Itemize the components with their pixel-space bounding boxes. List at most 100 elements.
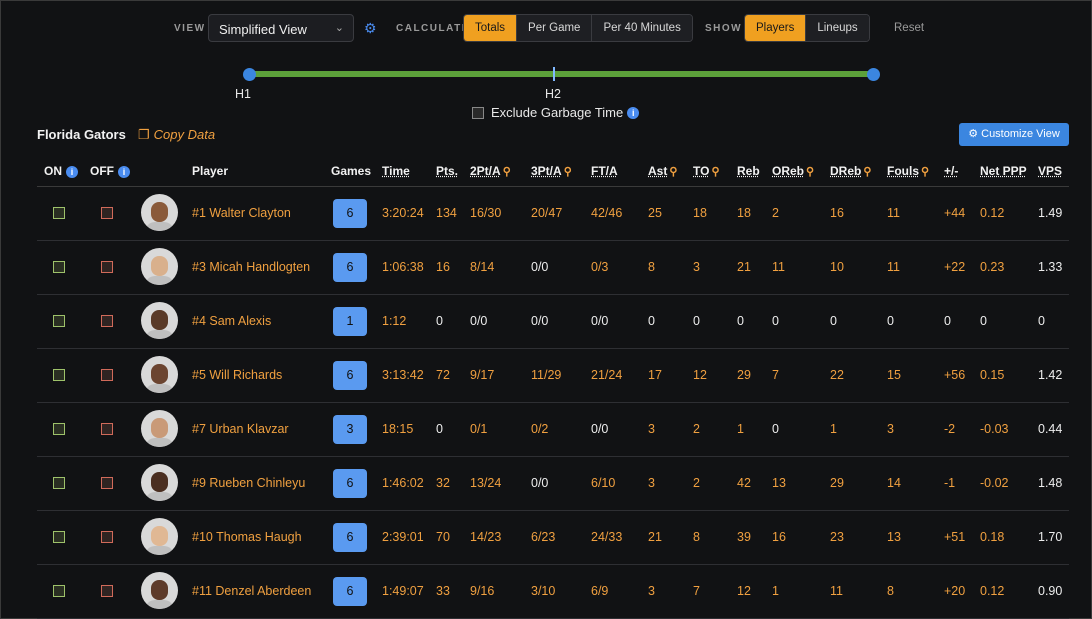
zoom-icon[interactable]: ⚲ [669,166,677,178]
three-pt-value: 11/29 [531,368,562,382]
oreb-value: 0 [772,422,779,436]
avatar [141,464,178,501]
dreb-value: 11 [830,584,843,598]
games-badge: 6 [333,523,367,552]
off-checkbox[interactable] [101,261,113,273]
show-lineups-button[interactable]: Lineups [806,15,869,41]
col-player[interactable]: Player [192,164,228,178]
off-checkbox[interactable] [101,531,113,543]
info-icon[interactable]: i [118,166,130,178]
col-oreb[interactable]: OReb ⚲ [772,164,814,178]
col-net-ppp[interactable]: Net PPP [980,164,1027,178]
col-to[interactable]: TO ⚲ [693,164,720,178]
copy-icon: ❐ [138,127,150,142]
on-checkbox[interactable] [53,315,65,327]
plus-minus-value: -1 [944,476,956,490]
view-select[interactable]: Simplified View ⌄ [208,14,354,42]
off-checkbox[interactable] [101,423,113,435]
col-off-label: OFF [90,164,114,178]
fouls-value: 13 [887,530,901,544]
col-fouls[interactable]: Fouls ⚲ [887,164,929,178]
col-plus-minus[interactable]: +/- [944,164,958,178]
customize-view-button[interactable]: ⚙ Customize View [959,123,1069,146]
games-badge: 1 [333,307,367,336]
off-checkbox[interactable] [101,477,113,489]
zoom-icon[interactable]: ⚲ [863,166,871,178]
copy-data-button[interactable]: ❐ Copy Data [138,127,215,143]
plus-minus-value: +44 [944,206,966,220]
off-checkbox[interactable] [101,585,113,597]
col-ft[interactable]: FT/A [591,164,618,178]
slider-end-handle[interactable] [867,68,880,81]
games-badge: 3 [333,415,367,444]
avatar-shirt [145,330,174,339]
col-2pt[interactable]: 2Pt/A ⚲ [470,164,511,178]
games-badge: 6 [333,253,367,282]
zoom-icon[interactable]: ⚲ [564,166,572,178]
show-toggle: Players Lineups [744,14,870,42]
avatar-face [151,418,168,438]
on-checkbox[interactable] [53,369,65,381]
slider-start-handle[interactable] [243,68,256,81]
reb-value: 21 [737,260,751,274]
oreb-value: 11 [772,260,785,274]
on-checkbox[interactable] [53,261,65,273]
plus-minus-value: +51 [944,530,966,544]
reset-button[interactable]: Reset [894,22,924,34]
col-games[interactable]: Games [331,164,371,178]
col-on[interactable]: ON i [44,164,78,178]
col-vps[interactable]: VPS [1038,164,1062,178]
col-3pt-label: 3Pt/A [531,164,562,178]
zoom-icon[interactable]: ⚲ [806,166,814,178]
col-oreb-label: OReb [772,164,805,178]
zoom-icon[interactable]: ⚲ [921,166,929,178]
time-value: 1:46:02 [382,476,424,490]
table-row: #3 Micah Handlogten 6 1:06:38 16 8/14 0/… [37,241,1069,295]
calc-per-40-button[interactable]: Per 40 Minutes [592,15,692,41]
col-time[interactable]: Time [382,164,410,178]
on-checkbox[interactable] [53,207,65,219]
vps-value: 0.44 [1038,422,1063,436]
off-checkbox[interactable] [101,369,113,381]
customize-view-label: Customize View [981,128,1060,140]
player-name-link[interactable]: #11 Denzel Aberdeen [192,584,311,598]
player-name-link[interactable]: #10 Thomas Haugh [192,530,302,544]
two-pt-value: 13/24 [470,476,502,490]
player-name-link[interactable]: #7 Urban Klavzar [192,422,289,436]
col-off[interactable]: OFF i [90,164,130,178]
off-checkbox[interactable] [101,315,113,327]
col-pts[interactable]: Pts. [436,164,458,178]
gear-icon[interactable]: ⚙ [364,21,377,35]
player-name-link[interactable]: #9 Rueben Chinleyu [192,476,305,490]
two-pt-value: 16/30 [470,206,502,220]
to-value: 18 [693,206,707,220]
table-row: #10 Thomas Haugh 6 2:39:01 70 14/23 6/23… [37,511,1069,565]
time-value: 3:13:42 [382,368,424,382]
avatar [141,248,178,285]
col-reb[interactable]: Reb [737,164,760,178]
time-range-slider[interactable] [249,71,873,77]
off-checkbox[interactable] [101,207,113,219]
on-checkbox[interactable] [53,423,65,435]
player-name-link[interactable]: #5 Will Richards [192,368,282,382]
info-icon[interactable]: i [66,166,78,178]
on-checkbox[interactable] [53,585,65,597]
show-players-button[interactable]: Players [745,15,807,41]
player-name-link[interactable]: #3 Micah Handlogten [192,260,310,274]
garbage-time-checkbox[interactable] [472,106,484,119]
on-checkbox[interactable] [53,531,65,543]
plus-minus-value: +20 [944,584,966,598]
plus-minus-value: +56 [944,368,966,382]
player-name-link[interactable]: #1 Walter Clayton [192,206,291,220]
zoom-icon[interactable]: ⚲ [711,166,719,178]
on-checkbox[interactable] [53,477,65,489]
col-3pt[interactable]: 3Pt/A ⚲ [531,164,572,178]
col-ast[interactable]: Ast ⚲ [648,164,677,178]
player-name-link[interactable]: #4 Sam Alexis [192,314,271,328]
calc-totals-button[interactable]: Totals [464,15,518,41]
ast-value: 3 [648,476,655,490]
zoom-icon[interactable]: ⚲ [503,166,511,178]
col-dreb[interactable]: DReb ⚲ [830,164,871,178]
calc-per-game-button[interactable]: Per Game [517,15,593,41]
info-icon[interactable]: i [627,106,640,119]
